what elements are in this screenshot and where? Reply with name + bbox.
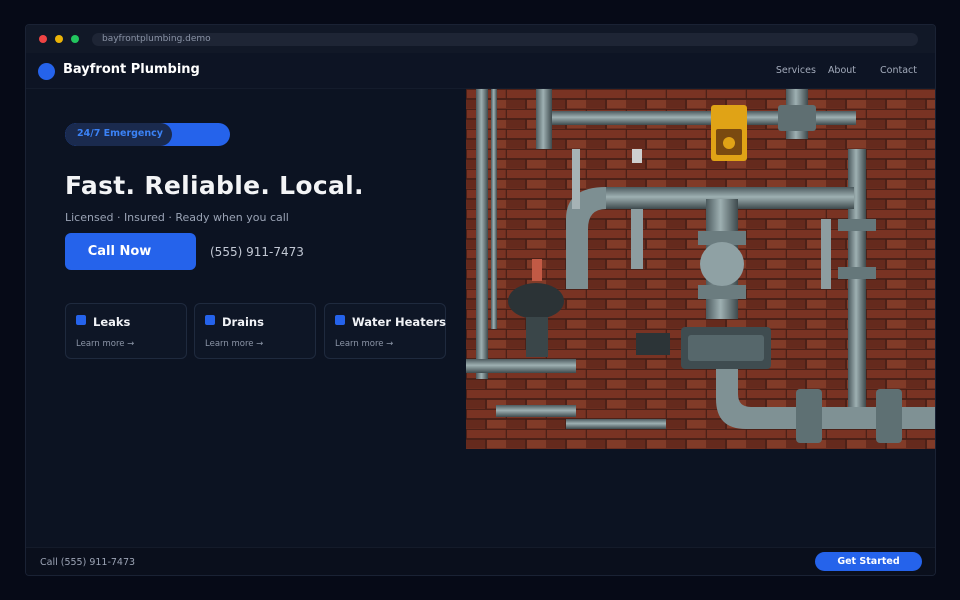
footer-call-text[interactable]: Call (555) 911-7473 (40, 557, 135, 568)
close-window-button[interactable] (39, 35, 47, 43)
service-title: Drains (222, 315, 264, 329)
hero-image-pipes (466, 89, 935, 449)
call-now-button[interactable]: Call Now (65, 233, 196, 270)
browser-chrome: bayfrontplumbing.demo (26, 25, 935, 53)
drains-icon (205, 315, 215, 325)
phone-number[interactable]: (555) 911-7473 (210, 245, 304, 259)
hero-headline: Fast. Reliable. Local. (65, 171, 364, 200)
nav-link-about[interactable]: About (828, 65, 856, 76)
brand-name[interactable]: Bayfront Plumbing (63, 62, 200, 77)
service-card-leaks[interactable]: Leaks Learn more → (65, 303, 187, 359)
maximize-window-button[interactable] (71, 35, 79, 43)
main-nav: Services About Contact (764, 65, 917, 76)
hero-section: 24/7 Emergency Fast. Reliable. Local. Li… (26, 89, 466, 547)
service-card-drains[interactable]: Drains Learn more → (194, 303, 316, 359)
get-started-button[interactable]: Get Started (815, 552, 922, 571)
sticky-footer-bar: Call (555) 911-7473 Get Started (26, 547, 935, 575)
logo-icon[interactable] (38, 63, 55, 80)
water-heaters-icon (335, 315, 345, 325)
service-title: Water Heaters (352, 315, 447, 329)
browser-window: bayfrontplumbing.demo Bayfront Plumbing … (25, 24, 936, 576)
nav-link-services[interactable]: Services (776, 65, 816, 76)
site-header: Bayfront Plumbing Services About Contact (26, 53, 935, 89)
emergency-badge: 24/7 Emergency (65, 123, 230, 146)
hero-tagline: Licensed · Insured · Ready when you call (65, 211, 289, 224)
address-bar[interactable]: bayfrontplumbing.demo (92, 33, 918, 46)
learn-more-link[interactable]: Learn more → (335, 339, 393, 349)
service-title: Leaks (93, 315, 131, 329)
minimize-window-button[interactable] (55, 35, 63, 43)
pipes-illustration (466, 89, 935, 449)
learn-more-link[interactable]: Learn more → (205, 339, 263, 349)
learn-more-link[interactable]: Learn more → (76, 339, 134, 349)
leaks-icon (76, 315, 86, 325)
nav-link-contact[interactable]: Contact (880, 65, 917, 76)
service-card-water-heaters[interactable]: Water Heaters Learn more → (324, 303, 446, 359)
badge-label: 24/7 Emergency (77, 128, 163, 139)
